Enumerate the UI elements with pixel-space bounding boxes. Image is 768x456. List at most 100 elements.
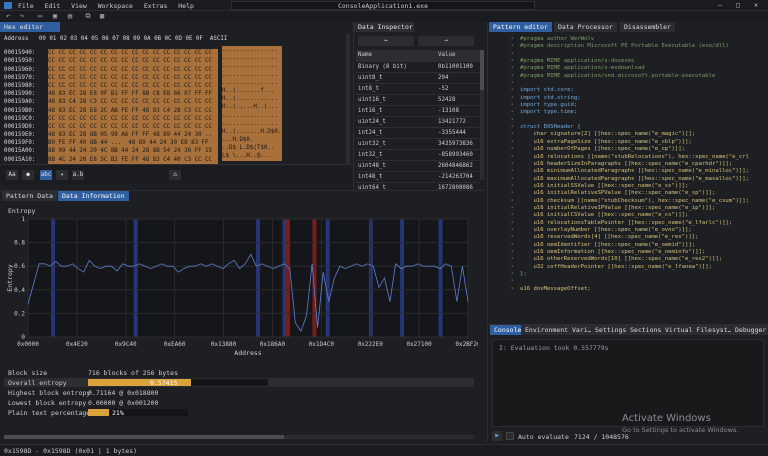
line-marker: •	[510, 102, 514, 109]
cursor-position: 7124 / 1048576	[574, 433, 629, 441]
hex-row-bytes[interactable]: 8B 4C 24 20 E8 5C B2 FE FF 48 83 C4 40 C…	[48, 155, 218, 164]
hex-row[interactable]: 000159D0: CC CC CC CC CC CC CC CC CC CC C…	[4, 119, 350, 132]
inspector-value: 204	[436, 72, 480, 84]
menu-view[interactable]: View	[71, 2, 87, 10]
hex-row-ascii[interactable]: H..(............	[222, 95, 282, 104]
inspector-row[interactable]: uint48_t 2604846862	[356, 160, 480, 172]
inspector-next-button[interactable]: →	[418, 36, 474, 46]
hex-row[interactable]: 00015A10: 8B 4C 24 20 E8 5C B2 FE FF 48 8…	[4, 152, 350, 164]
tab-settings[interactable]: Settings	[591, 325, 631, 335]
separator-toggle-icon[interactable]: a.b	[72, 170, 84, 180]
hex-row[interactable]: 000159F0: B9 FE FF 40 8B 44 ... 48 89 44 …	[4, 136, 350, 148]
undo-icon[interactable]: ↶	[4, 12, 12, 20]
menu-help[interactable]: Help	[178, 2, 194, 10]
line-marker: •	[510, 138, 514, 145]
inspector-row[interactable]: uint32_t 3435973836	[356, 138, 480, 150]
open-file-icon[interactable]: ▭	[36, 12, 44, 20]
hex-row-ascii[interactable]: ..D$ L.D$(T$0..	[222, 144, 282, 153]
save-icon[interactable]: ▣	[51, 12, 59, 20]
inspector-row[interactable]: uint24_t 13421772	[356, 116, 480, 128]
hex-row[interactable]: 00015940: CC CC CC CC CC CC CC CC CC CC C…	[4, 46, 350, 58]
highlight-toggle-icon[interactable]: ●	[22, 170, 34, 180]
advanced-decode-icon[interactable]: ✦	[56, 170, 68, 180]
hex-row[interactable]: 000159B0: 48 83 EC 28 E8 2C AB FE FF 48 8…	[4, 103, 350, 115]
close-icon[interactable]: ✕	[754, 1, 758, 9]
hex-row[interactable]: 00015950: CC CC CC CC CC CC CC CC CC CC C…	[4, 54, 350, 66]
inspector-row[interactable]: int48_t -214263704	[356, 171, 480, 183]
inspector-prev-button[interactable]: ←	[358, 36, 414, 46]
tab-pattern-data[interactable]: Pattern Data	[2, 191, 57, 201]
inspector-row[interactable]: int24_t -3355444	[356, 127, 480, 139]
collapse-panel-icon[interactable]: ⌂	[169, 170, 181, 180]
case-toggle-icon[interactable]: Aa	[6, 170, 18, 180]
inspector-row[interactable]: uint16_t 52428	[356, 94, 480, 106]
menu-file[interactable]: File	[18, 2, 34, 10]
minimize-icon[interactable]: —	[718, 1, 722, 9]
hex-tools-bar: Aa ● abc ✦ a.b ⌂	[0, 164, 351, 184]
hex-row-ascii[interactable]: H..(.,...H..(...	[222, 103, 282, 112]
paste-icon[interactable]: ▩	[98, 12, 106, 20]
redo-icon[interactable]: ↷	[18, 12, 26, 20]
auto-evaluate-checkbox[interactable]	[506, 432, 514, 440]
hex-column-header: Address 00 01 02 03 04 05 06 07 08 09 0A…	[4, 36, 228, 42]
hex-row-ascii[interactable]: ................	[222, 119, 282, 128]
hex-row-ascii[interactable]: ...H.D$0.	[222, 136, 282, 145]
inspector-row[interactable]: uint8_t 204	[356, 72, 480, 84]
hex-row-ascii[interactable]: ................	[222, 62, 282, 71]
save-as-icon[interactable]: ▤	[66, 12, 74, 20]
hex-row[interactable]: 00015970: CC CC CC CC CC CC CC CC CC CC C…	[4, 70, 350, 82]
y-tick-label: 0.2	[14, 310, 25, 317]
menu-workspace[interactable]: Workspace	[98, 2, 133, 10]
tab-sections[interactable]: Sections	[626, 325, 666, 335]
maximize-icon[interactable]: □	[736, 1, 740, 9]
hex-row-ascii[interactable]: ................	[222, 111, 282, 120]
data-inspector-tab[interactable]: Data Inspector	[354, 22, 414, 32]
hex-row-ascii[interactable]: ................	[222, 78, 282, 87]
inspector-type: uint48_t	[356, 160, 436, 172]
tab-debugger[interactable]: Debugger	[731, 325, 768, 335]
highlight-band	[325, 219, 330, 337]
menu-edit[interactable]: Edit	[45, 2, 61, 10]
ascii-toggle-icon[interactable]: abc	[40, 170, 52, 180]
line-marker: •	[510, 197, 514, 204]
hex-row-ascii[interactable]: ................	[222, 46, 282, 55]
line-marker: •	[510, 263, 514, 270]
tab-data-processor[interactable]: Data Processor	[554, 22, 617, 32]
tab-disassembler[interactable]: Disassembler	[620, 22, 675, 32]
tab-virtual-filesystem[interactable]: Virtual Filesyst…	[661, 325, 736, 335]
inspector-row[interactable]: int32_t -858993460	[356, 149, 480, 161]
line-marker: •	[510, 219, 514, 226]
hex-row[interactable]: 00015980: CC CC CC CC CC CC CC CC CC CC C…	[4, 78, 350, 91]
tab-pattern-editor[interactable]: Pattern editor	[489, 22, 552, 32]
tab-data-information[interactable]: Data Information	[58, 191, 129, 201]
hex-row-ascii[interactable]: L$ \...H..@...	[222, 152, 282, 161]
pattern-code-editor[interactable]: #pragma author WerWolv #pragma descriptio…	[520, 36, 765, 320]
menu-extras[interactable]: Extras	[144, 2, 167, 10]
hex-row[interactable]: 000159A0: 48 83 C4 28 C3 CC CC CC CC CC C…	[4, 95, 350, 107]
inspector-type: uint24_t	[356, 116, 436, 128]
hex-row[interactable]: 000159E0: 48 83 EC 28 8B 05 99 A6 FF FF 4…	[4, 127, 350, 140]
hex-row[interactable]: 000159C0: CC CC CC CC CC CC CC CC CC CC C…	[4, 111, 350, 123]
inspector-scrollbar[interactable]	[480, 50, 484, 180]
code-line: u16 dosMessageOffset;	[520, 285, 591, 292]
hex-row[interactable]: 00015990: 48 83 EC 28 E8 0F B1 FF FF 8B C…	[4, 86, 350, 99]
hex-row-ascii[interactable]: H..(.......f...	[222, 86, 282, 96]
tab-environment-variables[interactable]: Environment Vari…	[521, 325, 596, 335]
code-line: u16 initialCSValue [[hex::spec_name("e_c…	[520, 212, 689, 219]
hex-row-ascii[interactable]: ................	[222, 70, 282, 79]
run-button[interactable]: ▶	[492, 431, 502, 441]
inspector-row[interactable]: int8_t -52	[356, 83, 480, 95]
inspector-row[interactable]: int16_t -13108	[356, 105, 480, 117]
line-marker: •	[510, 190, 514, 197]
hex-row-ascii[interactable]: ................	[222, 54, 282, 63]
hex-rows[interactable]: 00015940: CC CC CC CC CC CC CC CC CC CC C…	[4, 46, 350, 164]
hex-editor-tab[interactable]: Hex editor	[0, 22, 60, 32]
info-horizontal-scrollbar[interactable]	[4, 435, 474, 439]
hex-row[interactable]: 00015960: CC CC CC CC CC CC CC CC CC CC C…	[4, 62, 350, 74]
hex-row[interactable]: 00015A00: 8B 09 44 24 20 4C 8B 44 24 28 8…	[4, 144, 350, 156]
copy-icon[interactable]: ⧉	[84, 12, 92, 20]
inspector-row[interactable]: Binary (8 bit) 0b11001100	[356, 61, 480, 73]
hex-scrollbar[interactable]	[346, 34, 350, 174]
hex-row-ascii[interactable]: H..(.......H.D$0.	[222, 127, 282, 137]
data-inspector-panel: Data Inspector ← → Name Value Binary (8 …	[353, 22, 485, 205]
